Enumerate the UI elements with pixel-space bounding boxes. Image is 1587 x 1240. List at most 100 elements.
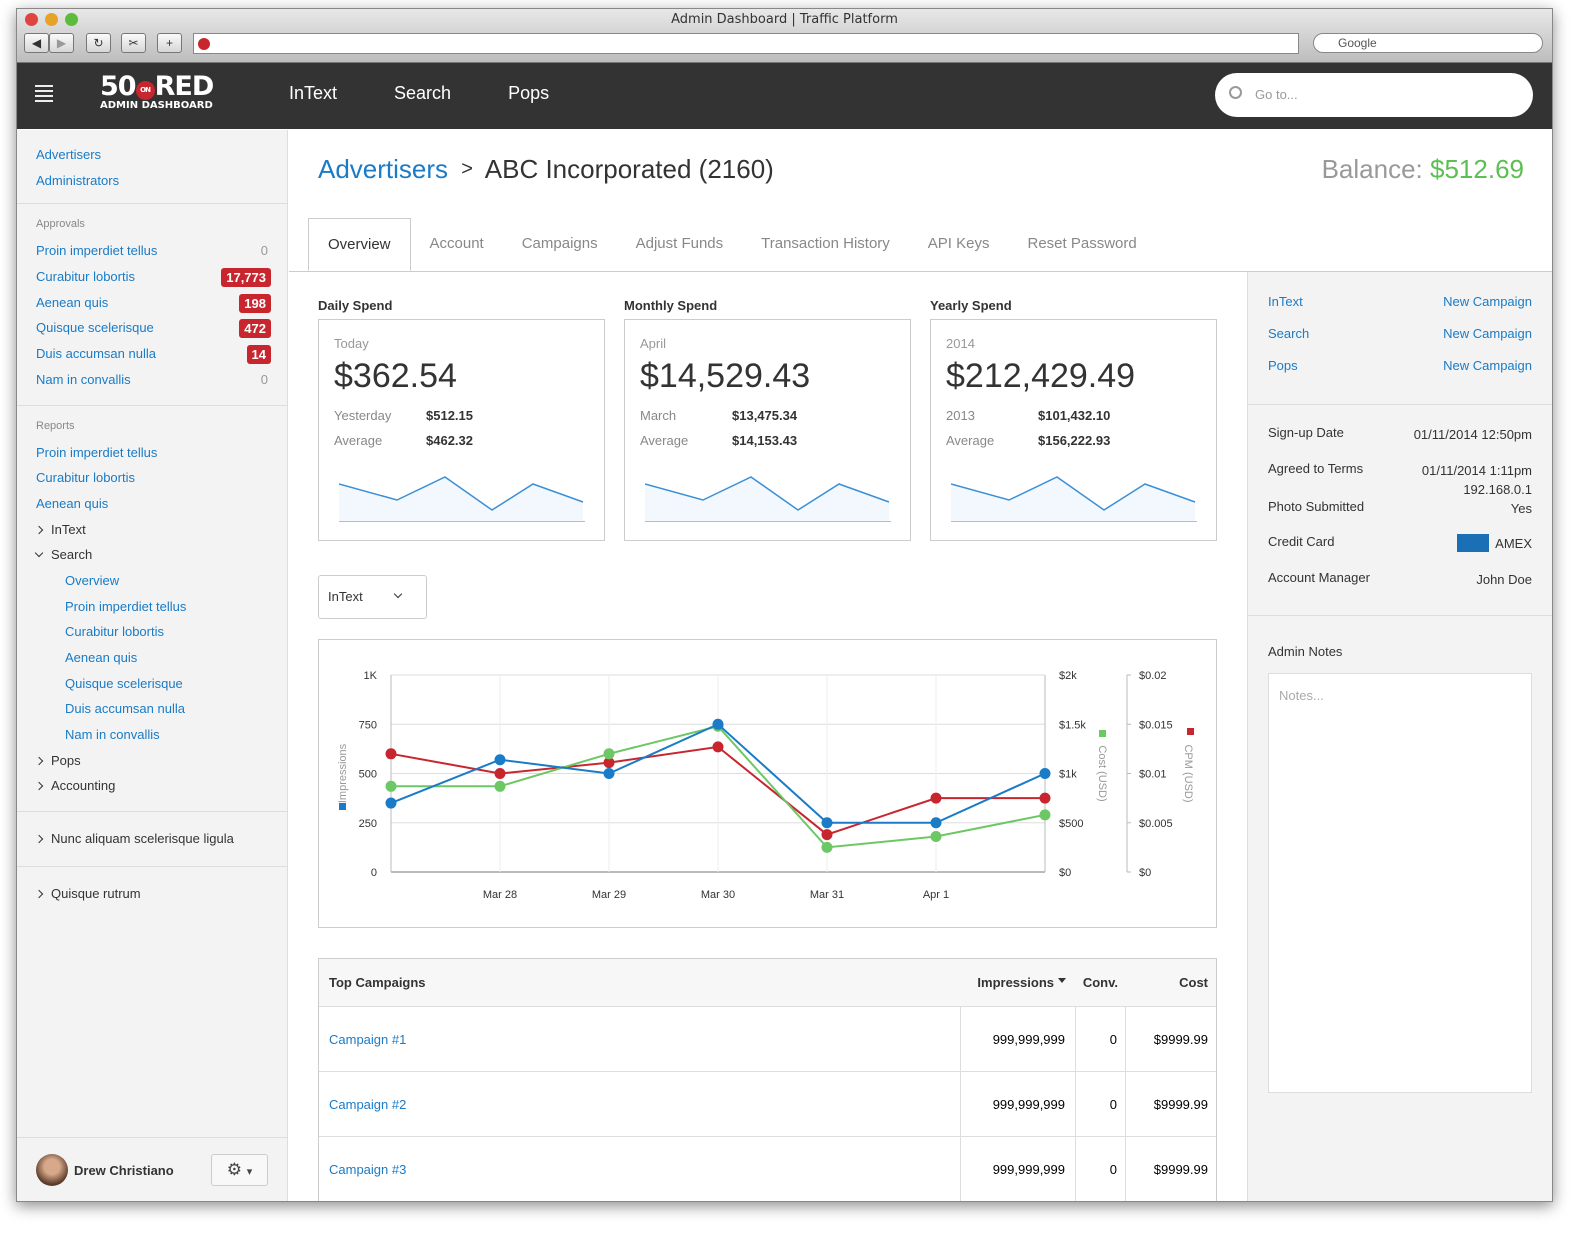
admin-notes-textarea[interactable]: Notes... <box>1268 673 1532 1093</box>
sidebar-item-intext[interactable]: InText <box>17 517 287 543</box>
sidebar-search-subitem[interactable]: Nam in convallis <box>17 722 287 748</box>
sidebar-item-administrators[interactable]: Administrators <box>17 168 287 194</box>
data-point[interactable] <box>930 831 942 843</box>
campaign-link[interactable]: Campaign #2 <box>319 1072 961 1136</box>
x-tick-label: Mar 31 <box>810 889 844 901</box>
snip-button[interactable]: ✂ <box>121 33 146 53</box>
data-point[interactable] <box>494 780 506 792</box>
sidebar-report-item[interactable]: Curabitur lobortis <box>17 465 287 491</box>
data-point[interactable] <box>1039 768 1051 779</box>
search-icon <box>1229 86 1242 99</box>
data-point[interactable] <box>385 780 397 792</box>
tab-overview[interactable]: Overview <box>308 218 411 271</box>
cell: $9999.99 <box>1153 1161 1208 1177</box>
chevron-right-icon <box>34 782 44 791</box>
settings-dropdown-button[interactable]: ⚙ ▾ <box>211 1154 268 1186</box>
avatar[interactable] <box>36 1154 68 1186</box>
table-row: Campaign #2 999,999,999 0 $9999.99 <box>319 1072 1216 1137</box>
data-point[interactable] <box>385 797 397 809</box>
sidebar-approval-item[interactable]: Quisque scelerisque 472 <box>17 315 287 341</box>
sidebar-approval-item[interactable]: Duis accumsan nulla 14 <box>17 341 287 367</box>
sidebar-item-nunc[interactable]: Nunc aliquam scelerisque ligula <box>17 826 287 852</box>
sidebar-item-quisque[interactable]: Quisque rutrum <box>17 881 287 907</box>
forward-button[interactable]: ▶ <box>49 33 74 53</box>
data-point[interactable] <box>712 718 724 730</box>
tab-bar: Overview Account Campaigns Adjust Funds Tran… <box>289 218 1552 272</box>
info-value: John Doe <box>1476 571 1532 587</box>
browser-search-input[interactable]: Google <box>1313 33 1543 53</box>
nav-search[interactable]: Search <box>394 83 451 104</box>
logo[interactable]: 50 ON RED ADMIN DASHBOARD <box>100 73 214 111</box>
data-point[interactable] <box>385 748 397 760</box>
data-point[interactable] <box>712 741 724 753</box>
label: Curabitur lobortis <box>36 269 135 285</box>
column-header: Top Campaigns <box>319 959 961 1006</box>
column-header[interactable]: Impressions <box>961 959 1076 1006</box>
tab-account[interactable]: Account <box>411 218 503 271</box>
tab-transaction-history[interactable]: Transaction History <box>742 218 909 271</box>
sidebar-search-subitem[interactable]: Quisque scelerisque <box>17 671 287 697</box>
sidebar-item-advertisers[interactable]: Advertisers <box>17 142 287 168</box>
sidebar-search-subitem[interactable]: Overview <box>17 568 287 594</box>
sidebar-search-subitem[interactable]: Duis accumsan nulla <box>17 696 287 722</box>
campaign-link[interactable]: Campaign #3 <box>319 1137 961 1201</box>
chevron-down-icon: ▾ <box>246 1166 253 1178</box>
sidebar-report-item[interactable]: Aenean quis <box>17 491 287 517</box>
tab-adjust-funds[interactable]: Adjust Funds <box>617 218 743 271</box>
sidebar-search-subitem[interactable]: Curabitur lobortis <box>17 619 287 645</box>
url-bar[interactable] <box>193 33 1299 54</box>
sidebar-approval-item[interactable]: Proin imperdiet tellus 0 <box>17 238 287 264</box>
new-tab-button[interactable]: + <box>157 33 182 53</box>
data-point[interactable] <box>494 768 506 779</box>
breadcrumb-advertisers-link[interactable]: Advertisers <box>318 154 448 184</box>
sparkline <box>339 476 585 522</box>
info-label: Account Manager <box>1268 569 1370 585</box>
campaign-link[interactable]: Campaign #1 <box>319 1007 961 1071</box>
sidebar-item-accounting[interactable]: Accounting <box>17 773 287 799</box>
row-label: Average <box>334 433 383 448</box>
data-point[interactable] <box>821 841 833 853</box>
reload-button[interactable]: ↻ <box>86 33 111 53</box>
goto-input[interactable]: Go to... <box>1215 73 1533 117</box>
sidebar-item-search[interactable]: Search <box>17 542 287 568</box>
new-campaign-link[interactable]: New Campaign <box>1443 358 1532 390</box>
product-link[interactable]: Search <box>1268 326 1309 358</box>
product-link[interactable]: Pops <box>1268 358 1298 390</box>
info-label: Agreed to Terms <box>1268 460 1364 476</box>
tab-api-keys[interactable]: API Keys <box>909 218 1009 271</box>
new-campaign-link[interactable]: New Campaign <box>1443 326 1532 358</box>
column-header[interactable]: Cost <box>1126 959 1216 1006</box>
data-point[interactable] <box>603 748 615 760</box>
cost-tick-label: $500 <box>1059 818 1083 830</box>
menu-icon[interactable] <box>35 85 53 105</box>
favicon-icon <box>198 38 210 50</box>
data-point[interactable] <box>821 817 833 829</box>
breadcrumb-separator: > <box>461 158 473 180</box>
sidebar-approval-item[interactable]: Nam in convallis 0 <box>17 367 287 393</box>
data-point[interactable] <box>1039 809 1051 821</box>
column-header[interactable]: Conv. <box>1076 959 1126 1006</box>
sidebar-report-item[interactable]: Proin imperdiet tellus <box>17 440 287 466</box>
data-point[interactable] <box>494 754 506 766</box>
data-point[interactable] <box>930 792 942 804</box>
nav-intext[interactable]: InText <box>289 83 337 104</box>
data-point[interactable] <box>930 817 942 829</box>
sidebar-item-pops[interactable]: Pops <box>17 748 287 774</box>
tab-campaigns[interactable]: Campaigns <box>503 218 617 271</box>
product-link[interactable]: InText <box>1268 294 1303 326</box>
data-point[interactable] <box>821 829 833 841</box>
data-point[interactable] <box>603 768 615 779</box>
nav-pops[interactable]: Pops <box>508 83 549 104</box>
tab-reset-password[interactable]: Reset Password <box>1009 218 1156 271</box>
product-select[interactable]: InText <box>318 575 427 619</box>
new-campaign-link[interactable]: New Campaign <box>1443 294 1532 326</box>
sidebar-search-subitem[interactable]: Proin imperdiet tellus <box>17 594 287 620</box>
data-point[interactable] <box>1039 792 1051 804</box>
info-row: Photo Submitted Yes <box>1268 499 1532 535</box>
sidebar-approval-item[interactable]: Curabitur lobortis 17,773 <box>17 264 287 290</box>
sidebar-approval-item[interactable]: Aenean quis 198 <box>17 290 287 316</box>
sidebar-search-subitem[interactable]: Aenean quis <box>17 645 287 671</box>
row-value: $156,222.93 <box>1038 433 1111 448</box>
x-tick-label: Mar 28 <box>483 889 517 901</box>
back-button[interactable]: ◀ <box>24 33 49 53</box>
